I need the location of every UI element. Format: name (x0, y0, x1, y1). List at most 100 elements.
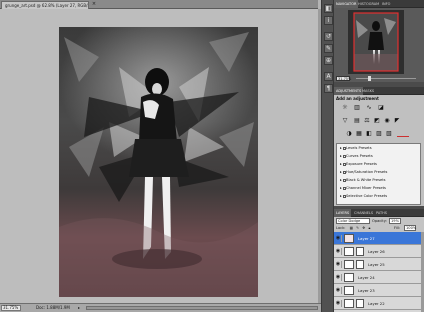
exposure-icon[interactable]: ◪ (377, 104, 385, 111)
tab-adjustments[interactable]: ADJUSTMENTS (334, 87, 364, 95)
lock-position-icon[interactable]: ✥ (362, 226, 365, 230)
blend-mode-select[interactable]: Color Dodge (336, 218, 370, 224)
tab-paths[interactable]: PATHS (374, 209, 389, 217)
fill-field[interactable]: 100% (404, 225, 416, 231)
layer-row[interactable]: ◉ Layer 25 (334, 258, 421, 271)
tab-histogram[interactable]: HISTOGRAM (356, 0, 381, 8)
posterize-icon[interactable]: ▦ (355, 130, 363, 137)
eye-icon[interactable]: ◉ (335, 287, 342, 294)
adjustments-title: Add an adjustment (336, 96, 379, 101)
preset-levels[interactable]: ▸ Levels Presets (338, 145, 419, 152)
eye-icon[interactable]: ◉ (335, 300, 342, 307)
info-icon[interactable]: i (324, 16, 333, 25)
lock-all-icon[interactable]: 🔒︎ (368, 226, 370, 230)
color-balance-icon[interactable]: ⚖ (363, 117, 371, 124)
photo-filter-icon[interactable]: ◉ (383, 117, 391, 124)
artwork-image (59, 27, 258, 297)
layer-name[interactable]: Layer 24 (358, 271, 375, 284)
document-tab[interactable]: grunge_art.psd @ 62.8% (Layer 27, RGB/8) (1, 1, 89, 9)
preset-hue-saturation[interactable]: ▸ Hue/Saturation Presets (338, 169, 419, 176)
preset-exposure[interactable]: ▸ Exposure Presets (338, 161, 419, 168)
layer-row[interactable]: ◉ Layer 24 (334, 271, 421, 284)
brightness-icon[interactable]: ☼ (341, 104, 349, 111)
navigator-thumbnail[interactable] (348, 10, 404, 74)
close-icon[interactable]: × (91, 1, 97, 8)
tab-info[interactable]: INFO (380, 0, 392, 8)
tab-layers[interactable]: LAYERS (334, 209, 352, 217)
layer-name[interactable]: Layer 25 (368, 258, 385, 271)
layer-thumbnail (344, 299, 354, 308)
layer-thumbnail (344, 273, 354, 282)
layer-row[interactable]: ◉ Layer 23 (334, 284, 421, 297)
eye-icon[interactable]: ◉ (335, 274, 342, 281)
preset-curves[interactable]: ▸ Curves Presets (338, 153, 419, 160)
opacity-field[interactable]: 19% (389, 218, 401, 224)
invert-icon[interactable]: ◑ (345, 130, 353, 137)
layer-row[interactable]: ◉ Layer 26 (334, 245, 421, 258)
preset-label: Exposure Presets (346, 162, 377, 166)
layer-thumbnail (344, 260, 354, 269)
layers-list: ◉ Layer 27 ◉ Layer 26 ◉ Layer 25 ◉ Layer… (334, 232, 421, 312)
lock-transparency-icon[interactable]: ▦ (350, 226, 353, 230)
zoom-field[interactable]: 31.75% (1, 305, 21, 311)
tab-navigator[interactable]: NAVIGATOR (334, 0, 359, 8)
eye-icon[interactable]: ◉ (335, 248, 342, 255)
layers-tabs: LAYERS CHANNELS PATHS (334, 209, 424, 217)
layer-mask-thumbnail[interactable] (356, 299, 364, 308)
preset-label: Hue/Saturation Presets (346, 170, 388, 174)
preset-label: Channel Mixer Presets (346, 186, 386, 190)
black-white-icon[interactable]: ◩ (373, 117, 381, 124)
preset-black-white[interactable]: ▸ Black & White Presets (338, 177, 419, 184)
threshold-icon[interactable]: ◧ (365, 130, 373, 137)
document-info: Doc: 1.88M/1.9M (36, 305, 70, 310)
navigator-zoom-slider[interactable] (356, 78, 416, 79)
curves-icon[interactable]: ∿ (365, 104, 373, 111)
navigator-zoom-field[interactable]: 31.75% (336, 76, 351, 81)
navigator-icon[interactable]: ◧ (324, 4, 333, 13)
preset-channel-mixer[interactable]: ▸ Channel Mixer Presets (338, 185, 419, 192)
layer-thumbnail (344, 234, 354, 243)
lock-pixels-icon[interactable]: ✎ (356, 226, 359, 230)
horizontal-scrollbar[interactable] (86, 306, 318, 310)
layer-mask-thumbnail[interactable] (356, 247, 364, 256)
layer-name[interactable]: Layer 23 (358, 284, 375, 297)
vibrance-icon[interactable]: ▽ (341, 117, 349, 124)
gradient-map-icon[interactable]: ▨ (375, 130, 383, 137)
clone-icon[interactable]: ⊕ (324, 56, 333, 65)
hue-saturation-icon[interactable]: ▤ (353, 117, 361, 124)
eye-icon[interactable]: ◉ (335, 235, 342, 242)
preset-label: Curves Presets (346, 154, 373, 158)
layer-row[interactable]: ◉ Layer 22 (334, 297, 421, 310)
channel-mixer-icon[interactable]: ◤ (393, 117, 401, 124)
preset-label: Black & White Presets (346, 178, 386, 182)
layer-row[interactable]: ◉ Layer 27 (334, 232, 421, 245)
adjustment-presets-list: ▸ Levels Presets ▸ Curves Presets ▸ Exposur… (336, 143, 421, 205)
panel-icon-strip: ◧ i ↺ ✎ ⊕ A ¶ (321, 0, 334, 312)
fill-label: Fill: (394, 226, 401, 230)
layer-mask-thumbnail[interactable] (356, 260, 364, 269)
tab-masks[interactable]: MASKS (360, 87, 376, 95)
lock-label: Lock: (336, 226, 346, 230)
history-icon[interactable]: ↺ (324, 32, 333, 41)
levels-icon[interactable]: ▥ (353, 104, 361, 111)
layer-name[interactable]: Layer 22 (368, 297, 385, 310)
preset-label: Levels Presets (346, 146, 372, 150)
layer-name[interactable]: Layer 27 (358, 232, 375, 245)
selection-underline (397, 136, 409, 137)
character-icon[interactable]: A (324, 72, 333, 81)
layer-thumbnail (344, 247, 354, 256)
navigator-tabs: NAVIGATOR HISTOGRAM INFO (334, 0, 424, 8)
adjustments-tabs: ADJUSTMENTS MASKS (334, 87, 424, 95)
tab-channels[interactable]: CHANNELS (352, 209, 375, 217)
layer-name[interactable]: Layer 26 (368, 245, 385, 258)
preset-label: Selective Color Presets (346, 194, 388, 198)
navigator-slider-handle[interactable] (368, 76, 371, 81)
preset-selective-color[interactable]: ▸ Selective Color Presets (338, 193, 419, 200)
brush-icon[interactable]: ✎ (324, 44, 333, 53)
status-menu-arrow-icon[interactable]: ▸ (78, 305, 83, 311)
layer-thumbnail (344, 286, 354, 295)
opacity-label: Opacity: (372, 219, 387, 223)
paragraph-icon[interactable]: ¶ (324, 84, 333, 93)
eye-icon[interactable]: ◉ (335, 261, 342, 268)
selective-color-icon[interactable]: ▧ (385, 130, 393, 137)
